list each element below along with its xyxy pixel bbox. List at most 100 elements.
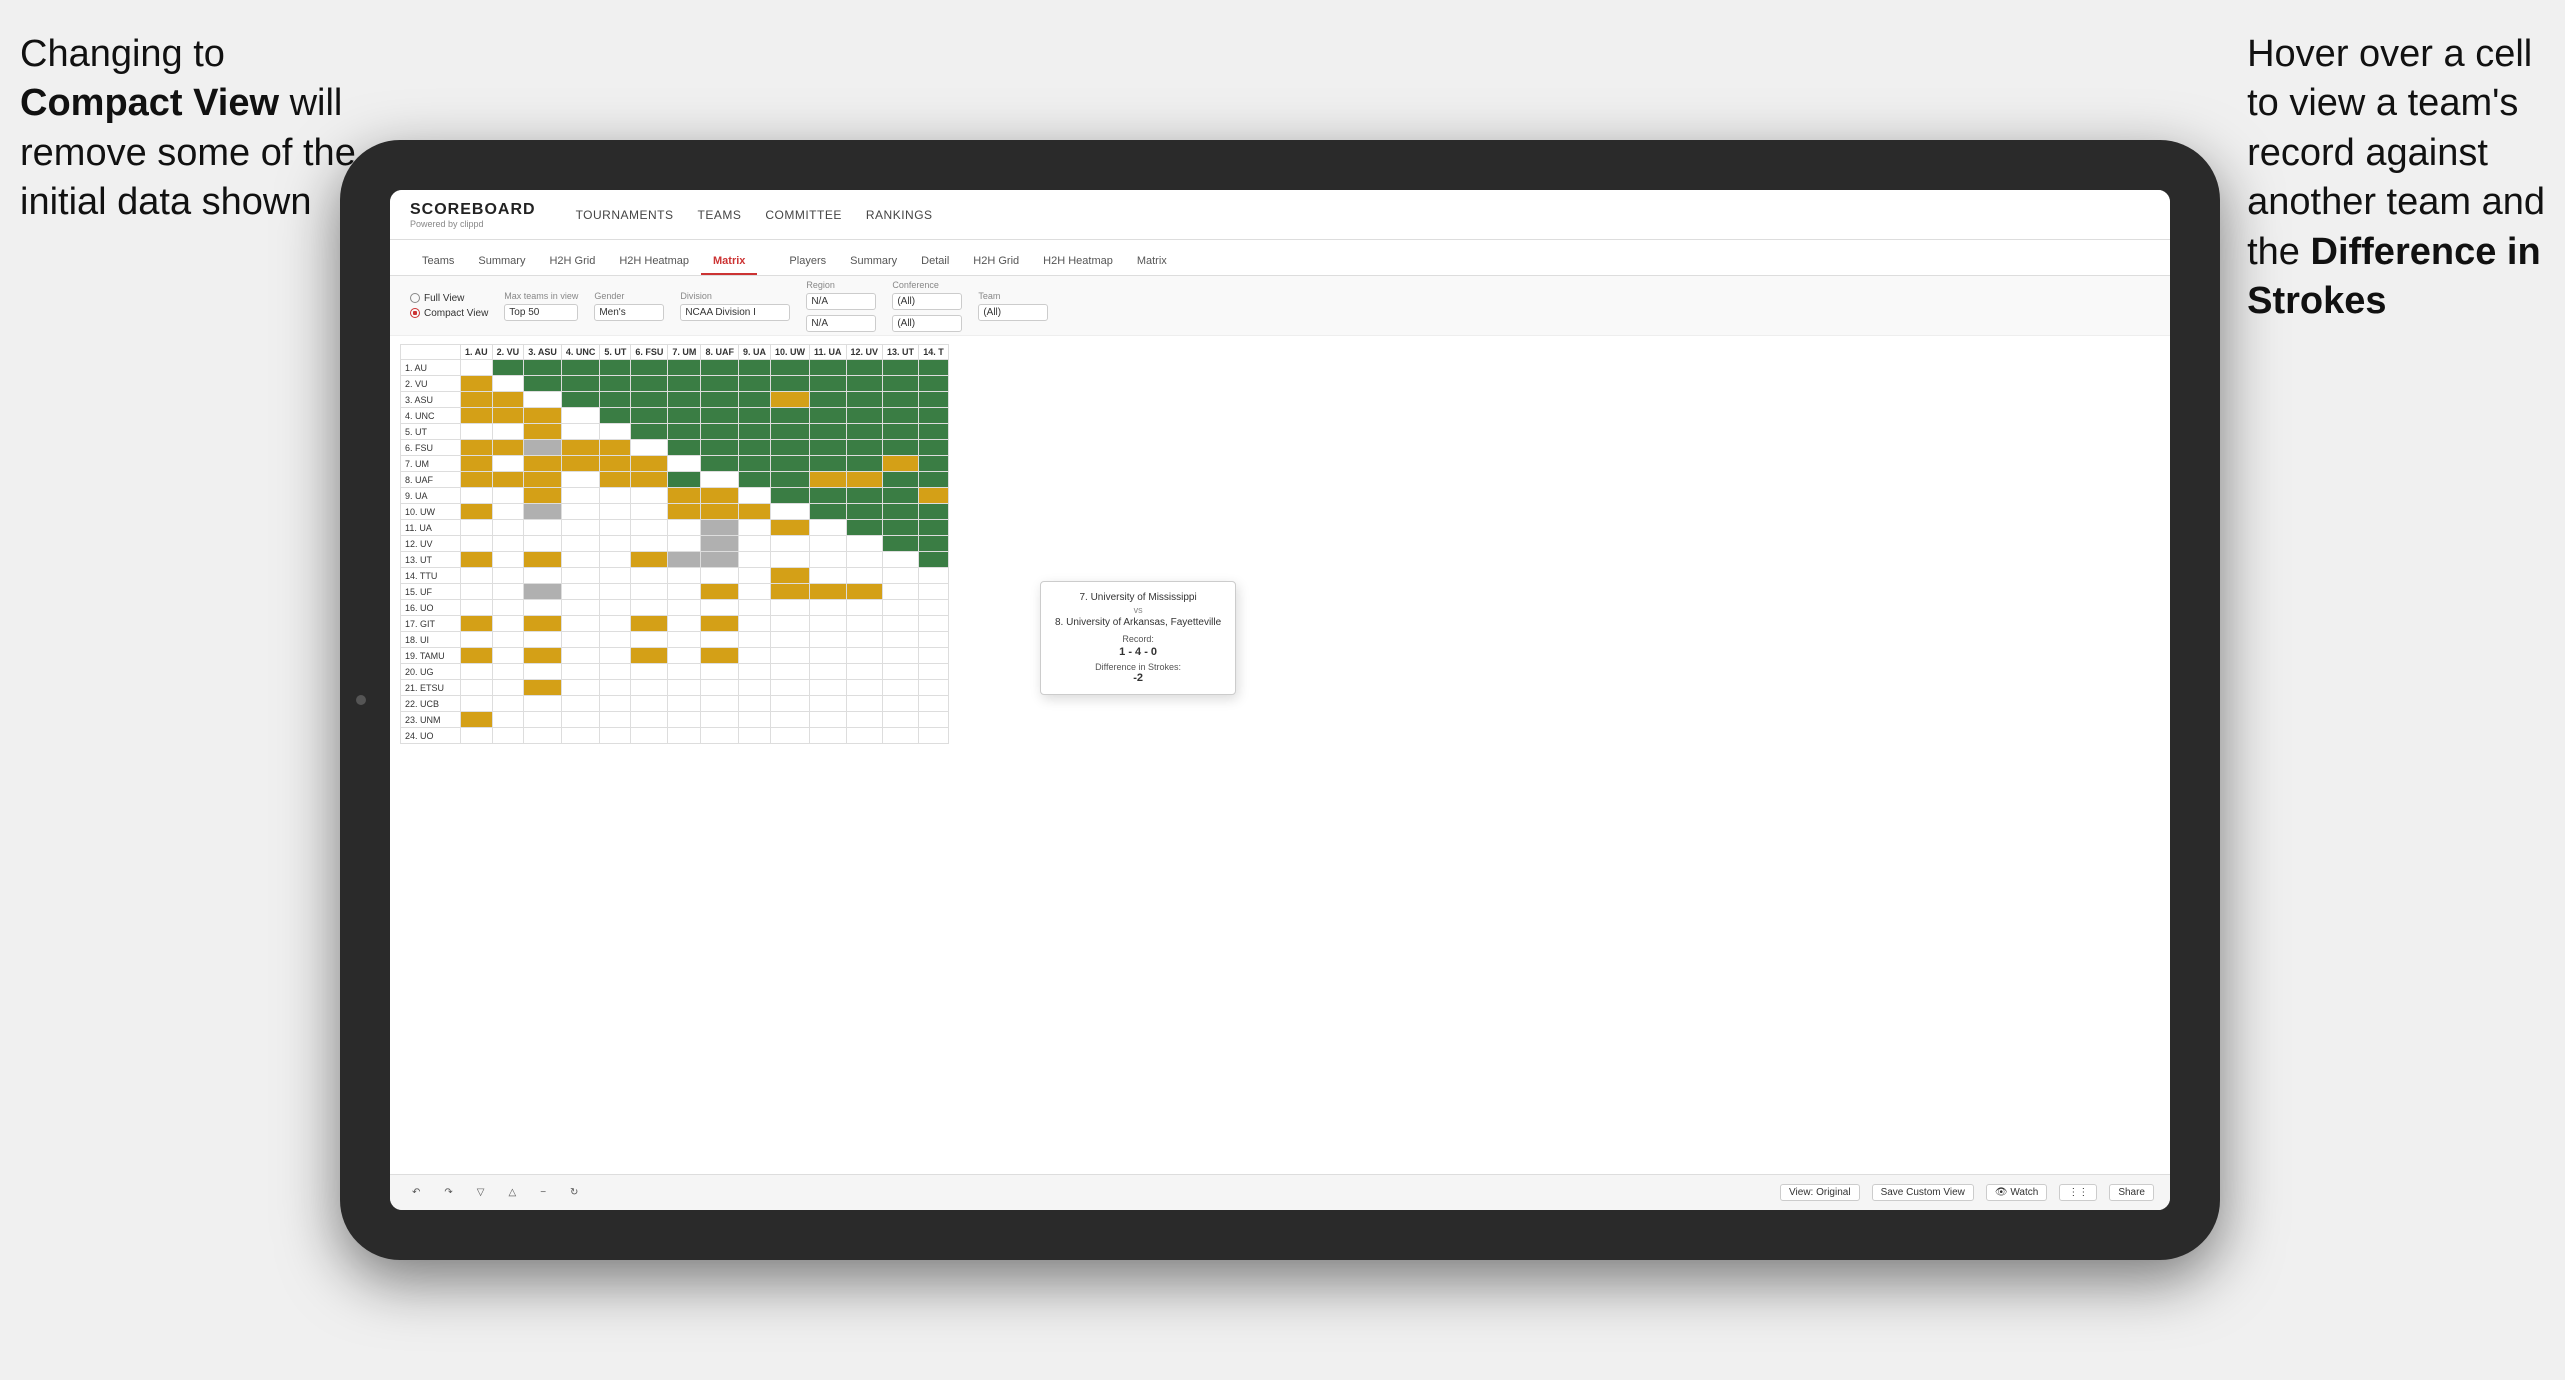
- matrix-cell[interactable]: [561, 616, 600, 632]
- matrix-cell[interactable]: [631, 616, 668, 632]
- matrix-cell[interactable]: [883, 728, 919, 744]
- gender-select[interactable]: Men's: [594, 304, 664, 321]
- matrix-cell[interactable]: [524, 648, 562, 664]
- matrix-cell[interactable]: [809, 552, 846, 568]
- nav-teams[interactable]: TEAMS: [698, 208, 742, 222]
- matrix-cell[interactable]: [668, 408, 701, 424]
- matrix-cell[interactable]: [701, 600, 739, 616]
- matrix-cell[interactable]: [631, 696, 668, 712]
- matrix-cell[interactable]: [701, 568, 739, 584]
- matrix-cell[interactable]: [809, 440, 846, 456]
- matrix-cell[interactable]: [668, 584, 701, 600]
- matrix-cell[interactable]: [919, 680, 949, 696]
- matrix-cell[interactable]: [919, 472, 949, 488]
- matrix-cell[interactable]: [461, 552, 493, 568]
- matrix-cell[interactable]: [492, 680, 524, 696]
- matrix-cell[interactable]: [524, 456, 562, 472]
- matrix-cell[interactable]: [668, 712, 701, 728]
- matrix-cell[interactable]: [668, 456, 701, 472]
- matrix-cell[interactable]: [770, 392, 809, 408]
- matrix-cell[interactable]: [492, 552, 524, 568]
- matrix-cell[interactable]: [883, 632, 919, 648]
- matrix-cell[interactable]: [738, 424, 770, 440]
- matrix-cell[interactable]: [461, 632, 493, 648]
- matrix-cell[interactable]: [846, 504, 883, 520]
- matrix-cell[interactable]: [738, 616, 770, 632]
- matrix-cell[interactable]: [919, 584, 949, 600]
- matrix-cell[interactable]: [738, 728, 770, 744]
- toolbar-btn-4[interactable]: △: [502, 1185, 522, 1200]
- matrix-cell[interactable]: [738, 360, 770, 376]
- max-teams-select[interactable]: Top 50: [504, 304, 578, 321]
- matrix-cell[interactable]: [492, 664, 524, 680]
- nav-committee[interactable]: COMMITTEE: [765, 208, 842, 222]
- matrix-cell[interactable]: [883, 568, 919, 584]
- matrix-cell[interactable]: [770, 680, 809, 696]
- matrix-cell[interactable]: [600, 648, 631, 664]
- matrix-cell[interactable]: [524, 392, 562, 408]
- matrix-cell[interactable]: [524, 504, 562, 520]
- matrix-cell[interactable]: [809, 520, 846, 536]
- matrix-cell[interactable]: [600, 552, 631, 568]
- matrix-cell[interactable]: [883, 440, 919, 456]
- matrix-cell[interactable]: [631, 360, 668, 376]
- nav-tournaments[interactable]: TOURNAMENTS: [576, 208, 674, 222]
- matrix-cell[interactable]: [738, 568, 770, 584]
- matrix-cell[interactable]: [883, 472, 919, 488]
- matrix-cell[interactable]: [492, 392, 524, 408]
- matrix-cell[interactable]: [600, 584, 631, 600]
- matrix-cell[interactable]: [919, 696, 949, 712]
- matrix-cell[interactable]: [809, 584, 846, 600]
- matrix-cell[interactable]: [809, 680, 846, 696]
- matrix-cell[interactable]: [461, 696, 493, 712]
- matrix-cell[interactable]: [919, 440, 949, 456]
- matrix-cell[interactable]: [919, 712, 949, 728]
- matrix-cell[interactable]: [600, 488, 631, 504]
- matrix-cell[interactable]: [668, 696, 701, 712]
- matrix-cell[interactable]: [738, 680, 770, 696]
- matrix-cell[interactable]: [846, 456, 883, 472]
- matrix-cell[interactable]: [846, 680, 883, 696]
- matrix-cell[interactable]: [631, 552, 668, 568]
- matrix-cell[interactable]: [600, 696, 631, 712]
- matrix-cell[interactable]: [668, 680, 701, 696]
- undo-button[interactable]: ↶: [406, 1185, 426, 1200]
- matrix-cell[interactable]: [631, 648, 668, 664]
- matrix-cell[interactable]: [919, 392, 949, 408]
- matrix-cell[interactable]: [738, 504, 770, 520]
- matrix-cell[interactable]: [738, 696, 770, 712]
- matrix-cell[interactable]: [492, 696, 524, 712]
- matrix-cell[interactable]: [738, 648, 770, 664]
- matrix-cell[interactable]: [524, 376, 562, 392]
- matrix-cell[interactable]: [524, 568, 562, 584]
- matrix-cell[interactable]: [883, 536, 919, 552]
- matrix-cell[interactable]: [492, 648, 524, 664]
- tab-players-h2h-grid[interactable]: H2H Grid: [961, 249, 1031, 275]
- matrix-cell[interactable]: [461, 728, 493, 744]
- matrix-cell[interactable]: [846, 472, 883, 488]
- matrix-cell[interactable]: [846, 584, 883, 600]
- matrix-cell[interactable]: [738, 488, 770, 504]
- matrix-cell[interactable]: [809, 360, 846, 376]
- matrix-cell[interactable]: [461, 472, 493, 488]
- matrix-cell[interactable]: [701, 456, 739, 472]
- matrix-cell[interactable]: [492, 504, 524, 520]
- matrix-cell[interactable]: [770, 408, 809, 424]
- matrix-cell[interactable]: [561, 456, 600, 472]
- matrix-cell[interactable]: [524, 696, 562, 712]
- matrix-cell[interactable]: [600, 504, 631, 520]
- matrix-cell[interactable]: [770, 440, 809, 456]
- matrix-cell[interactable]: [846, 440, 883, 456]
- matrix-cell[interactable]: [738, 392, 770, 408]
- matrix-cell[interactable]: [770, 504, 809, 520]
- matrix-cell[interactable]: [461, 664, 493, 680]
- matrix-cell[interactable]: [631, 408, 668, 424]
- matrix-cell[interactable]: [561, 472, 600, 488]
- matrix-cell[interactable]: [809, 600, 846, 616]
- matrix-cell[interactable]: [770, 584, 809, 600]
- matrix-cell[interactable]: [770, 456, 809, 472]
- matrix-cell[interactable]: [461, 600, 493, 616]
- matrix-cell[interactable]: [668, 600, 701, 616]
- matrix-cell[interactable]: [846, 360, 883, 376]
- matrix-cell[interactable]: [770, 424, 809, 440]
